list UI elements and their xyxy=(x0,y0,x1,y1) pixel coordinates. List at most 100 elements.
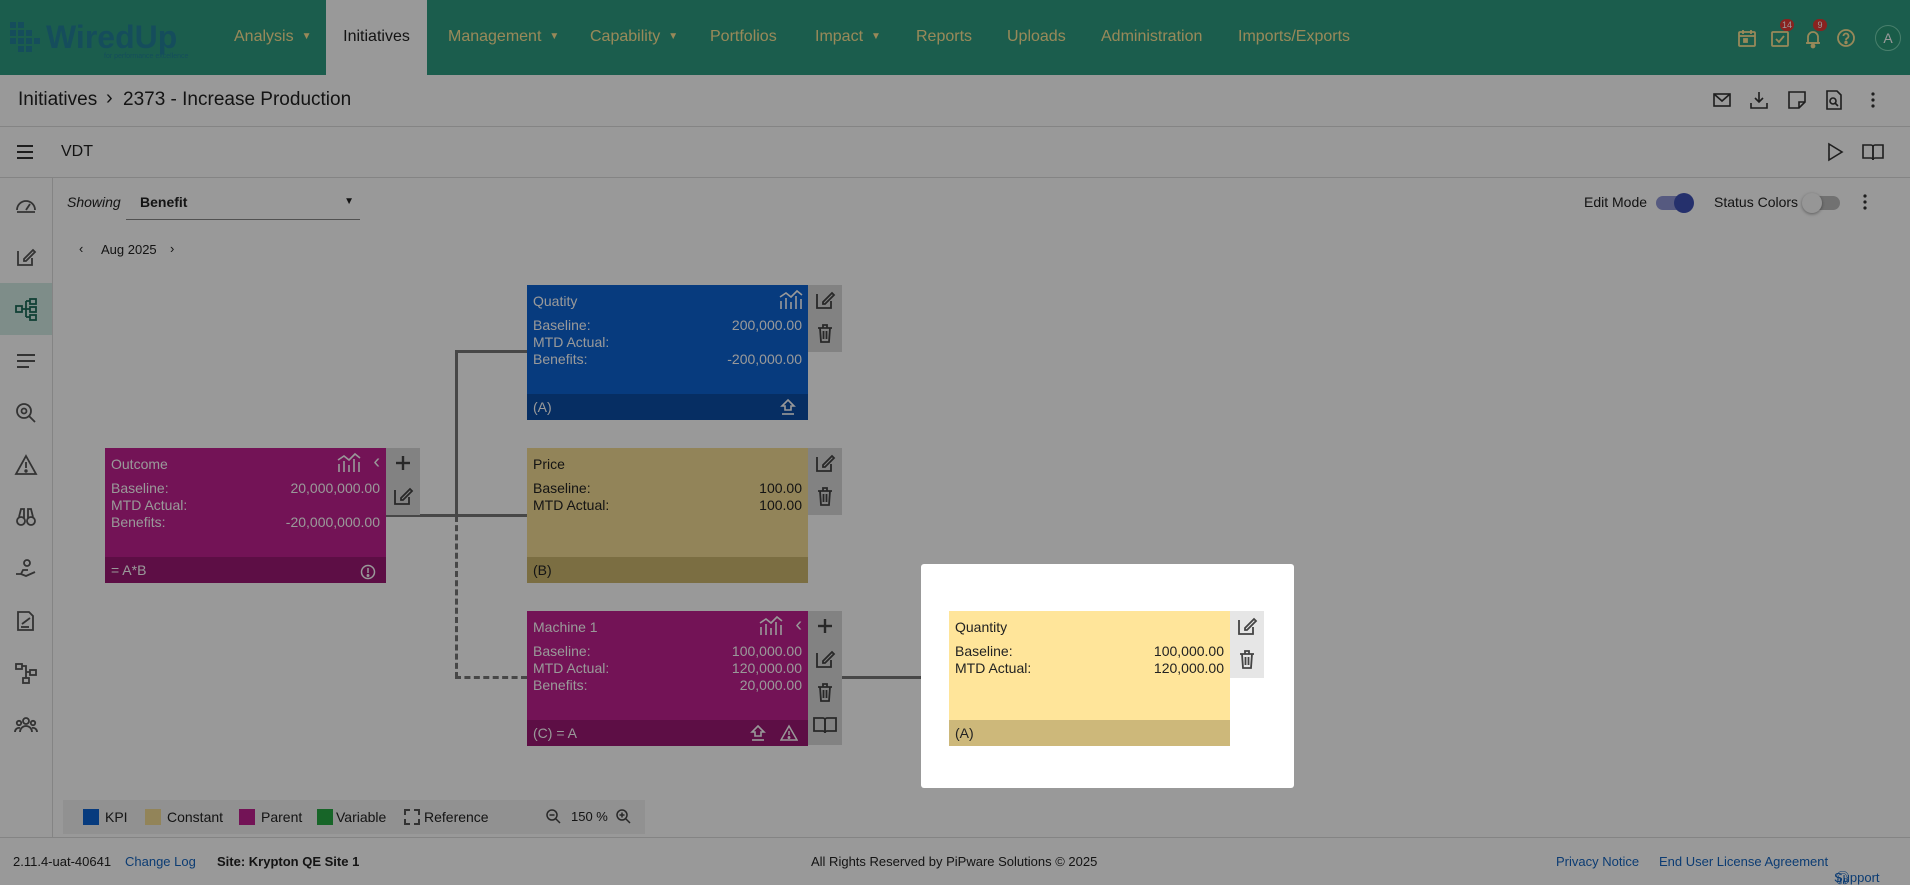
mtd-actual-label: MTD Actual: xyxy=(533,660,610,676)
zoom-in-icon[interactable] xyxy=(615,808,631,827)
info-alert-icon[interactable] xyxy=(360,562,376,588)
chart-icon[interactable] xyxy=(758,615,784,640)
node-machine-1[interactable]: Machine 1 ‹ Baseline: 100,000.00 MTD Actu… xyxy=(527,611,808,746)
copyright-text: All Rights Reserved by PiPware Solutions… xyxy=(811,854,1098,869)
node-footer: (A) xyxy=(949,720,1230,746)
mtd-actual-label: MTD Actual: xyxy=(533,334,610,350)
more-vertical-icon[interactable] xyxy=(1854,191,1876,213)
breadcrumb-root[interactable]: Initiatives xyxy=(18,89,97,111)
nav-management[interactable]: Management ▼ xyxy=(448,0,559,75)
edit-mode-toggle[interactable] xyxy=(1656,193,1694,213)
eula-link[interactable]: End User License Agreement xyxy=(1659,854,1828,869)
chart-icon[interactable] xyxy=(336,452,362,477)
node-formula: (A) xyxy=(533,399,552,415)
legend-swatch-variable xyxy=(317,809,333,825)
nav-uploads-label: Uploads xyxy=(1007,28,1066,45)
node-quantity[interactable]: Quantity Baseline: 100,000.00 MTD Actual:… xyxy=(949,611,1230,746)
status-colors-toggle[interactable] xyxy=(1802,193,1840,213)
warning-icon[interactable] xyxy=(14,453,38,477)
node-footer: = A*B xyxy=(105,557,386,583)
delete-trash-icon[interactable] xyxy=(814,322,836,344)
site-text: Site: Krypton QE Site 1 xyxy=(217,854,360,869)
baseline-label: Baseline: xyxy=(111,480,169,496)
add-child-plus-icon[interactable] xyxy=(392,452,414,474)
privacy-notice-link[interactable]: Privacy Notice xyxy=(1556,854,1639,869)
delete-trash-icon[interactable] xyxy=(814,485,836,507)
delete-trash-icon[interactable] xyxy=(1236,648,1258,670)
help-icon[interactable] xyxy=(1835,27,1857,49)
document-search-icon[interactable] xyxy=(1823,89,1845,111)
add-child-plus-icon[interactable] xyxy=(814,615,836,637)
nav-uploads[interactable]: Uploads xyxy=(1007,0,1066,75)
status-colors-label: Status Colors xyxy=(1714,194,1799,210)
nav-administration[interactable]: Administration xyxy=(1101,0,1202,75)
edit-icon[interactable] xyxy=(814,452,836,474)
delete-trash-icon[interactable] xyxy=(814,681,836,703)
nav-capability[interactable]: Capability ▼ xyxy=(590,0,678,75)
mtd-actual-value: 120,000.00 xyxy=(731,660,802,676)
email-icon[interactable] xyxy=(1711,89,1733,111)
zoom-out-icon[interactable] xyxy=(545,808,561,827)
caret-down-icon: ▼ xyxy=(549,31,560,42)
play-icon[interactable] xyxy=(1824,141,1846,163)
edit-icon[interactable] xyxy=(14,245,38,269)
edit-icon[interactable] xyxy=(1236,615,1258,637)
mtd-actual-value: 100.00 xyxy=(759,497,802,513)
edit-icon[interactable] xyxy=(814,289,836,311)
edit-icon[interactable] xyxy=(814,648,836,670)
legend-swatch-reference xyxy=(404,809,420,825)
nav-portfolios[interactable]: Portfolios xyxy=(710,0,777,75)
list-icon[interactable] xyxy=(14,349,38,373)
next-month-icon[interactable]: › xyxy=(170,241,174,256)
hamburger-menu-icon[interactable] xyxy=(14,141,36,163)
book-icon[interactable] xyxy=(812,714,837,736)
edit-icon[interactable] xyxy=(392,485,414,507)
workflow-icon[interactable] xyxy=(14,661,38,685)
search-zoom-icon[interactable] xyxy=(14,401,38,425)
collapse-chevron-icon[interactable]: ‹ xyxy=(795,614,802,637)
more-vertical-icon[interactable] xyxy=(1862,89,1884,111)
legend-swatch-parent xyxy=(239,809,255,825)
nav-initiatives[interactable]: Initiatives xyxy=(326,0,427,75)
baseline-value: 20,000,000.00 xyxy=(290,480,380,496)
users-group-icon[interactable] xyxy=(14,713,38,737)
prev-month-icon[interactable]: ‹ xyxy=(79,241,83,256)
showing-select[interactable]: Benefit ▼ xyxy=(126,184,360,220)
hand-money-icon[interactable] xyxy=(14,557,38,581)
dashboard-gauge-icon[interactable] xyxy=(14,193,38,217)
document-sign-icon[interactable] xyxy=(14,609,38,633)
warning-icon[interactable] xyxy=(779,724,799,750)
chart-icon[interactable] xyxy=(778,289,804,314)
book-icon[interactable] xyxy=(1861,141,1884,163)
upload-icon[interactable] xyxy=(750,724,766,750)
download-icon[interactable] xyxy=(1748,89,1770,111)
user-avatar[interactable]: A xyxy=(1875,25,1901,51)
task-check-icon[interactable]: 14 xyxy=(1769,19,1795,49)
value-tree-icon[interactable] xyxy=(14,297,38,321)
nav-analysis[interactable]: Analysis ▼ xyxy=(234,0,311,75)
change-log-link[interactable]: Change Log xyxy=(125,854,196,869)
legend-bar: KPI Constant Parent Variable Reference 1… xyxy=(63,800,645,834)
bell-icon[interactable]: 9 xyxy=(1802,19,1827,49)
node-quality-actions xyxy=(808,285,842,352)
node-outcome-actions xyxy=(386,448,420,515)
collapse-chevron-icon[interactable]: ‹ xyxy=(373,451,380,474)
calendar-icon[interactable] xyxy=(1736,27,1758,49)
benefits-value: -20,000,000.00 xyxy=(285,514,380,530)
note-icon[interactable] xyxy=(1786,89,1808,111)
nav-imports-exports[interactable]: Imports/Exports xyxy=(1238,0,1350,75)
toggle-knob xyxy=(1674,193,1694,213)
nav-impact[interactable]: Impact ▼ xyxy=(815,0,881,75)
breadcrumb-separator-icon: › xyxy=(106,87,113,109)
nav-reports[interactable]: Reports xyxy=(916,0,972,75)
upload-icon[interactable] xyxy=(780,398,796,424)
binoculars-icon[interactable] xyxy=(14,505,38,529)
wiredup-logo[interactable]: WiredUp for performance excellence xyxy=(8,12,204,62)
baseline-value: 200,000.00 xyxy=(731,317,802,333)
breadcrumb-bar: Initiatives › 2373 - Increase Production xyxy=(0,75,1910,127)
legend-label-constant: Constant xyxy=(167,809,224,825)
nav-analysis-label: Analysis xyxy=(234,28,294,45)
node-quality[interactable]: Quatity Baseline: 200,000.00 MTD Actual: … xyxy=(527,285,808,420)
node-outcome[interactable]: Outcome ‹ Baseline: 20,000,000.00 MTD Act… xyxy=(105,448,386,583)
node-price[interactable]: Price Baseline: 100.00 MTD Actual: 100.00 … xyxy=(527,448,808,583)
